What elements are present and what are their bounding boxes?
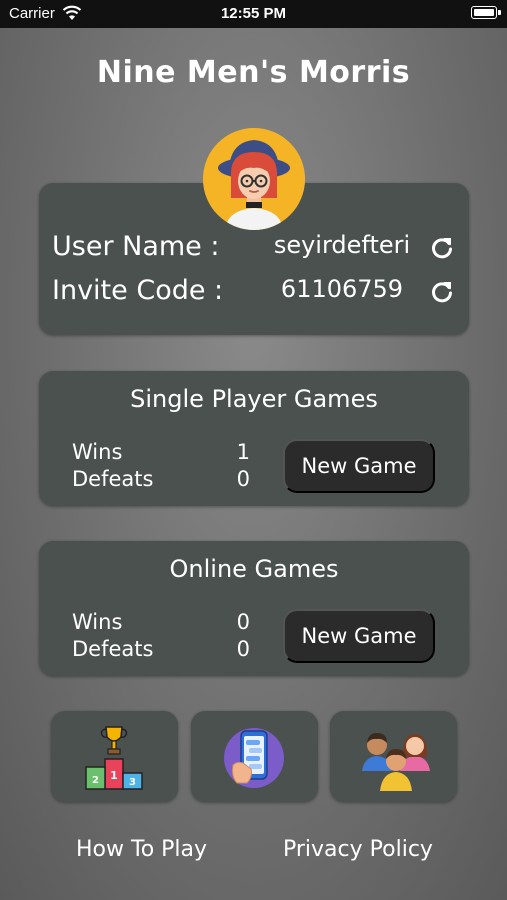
online-wins-stat: Wins 0 (72, 610, 250, 636)
single-wins-stat: Wins 1 (72, 440, 250, 466)
invite-label: Invite Code : (52, 275, 224, 306)
invite-row: Invite Code : 61106759 (52, 275, 455, 309)
single-wins-label: Wins (72, 440, 123, 464)
friends-group-icon (362, 733, 430, 791)
phone-chat-icon (224, 728, 284, 788)
username-label: User Name : (52, 231, 220, 262)
svg-text:1: 1 (110, 769, 118, 782)
podium-trophy-icon: 1 2 3 (85, 726, 143, 790)
svg-text:2: 2 (92, 775, 99, 786)
single-wins-value: 1 (236, 440, 250, 464)
refresh-invite-icon[interactable] (429, 279, 455, 305)
app-title: Nine Men's Morris (96, 55, 411, 90)
online-wins-label: Wins (72, 610, 123, 634)
single-defeats-value: 0 (236, 467, 250, 491)
online-title: Online Games (169, 555, 339, 583)
friends-button[interactable] (330, 711, 457, 802)
online-new-game-button[interactable]: New Game (283, 609, 435, 663)
single-new-game-button[interactable]: New Game (283, 439, 435, 493)
privacy-policy-link[interactable]: Privacy Policy (283, 837, 433, 862)
online-wins-value: 0 (236, 610, 250, 634)
leaderboard-button[interactable]: 1 2 3 (51, 711, 178, 802)
single-player-title: Single Player Games (130, 385, 378, 413)
chat-button[interactable] (191, 711, 318, 802)
svg-text:3: 3 (129, 777, 136, 788)
username-value: seyirdefteri (273, 231, 411, 259)
single-defeats-stat: Defeats 0 (72, 467, 250, 493)
avatar-girl-icon (203, 128, 305, 230)
single-defeats-label: Defeats (72, 467, 154, 491)
refresh-username-icon[interactable] (429, 235, 455, 261)
username-row: User Name : seyirdefteri (52, 231, 455, 265)
status-bar: Carrier 12:55 PM (0, 0, 507, 28)
online-defeats-label: Defeats (72, 637, 154, 661)
avatar[interactable] (203, 128, 305, 230)
online-defeats-stat: Defeats 0 (72, 637, 250, 663)
clock: 12:55 PM (220, 5, 287, 22)
how-to-play-link[interactable]: How To Play (76, 837, 207, 862)
invite-value: 61106759 (280, 275, 404, 303)
battery-icon (471, 6, 501, 19)
online-defeats-value: 0 (236, 637, 250, 661)
single-player-card: Single Player Games Wins 1 Defeats 0 New… (39, 371, 469, 506)
online-card: Online Games Wins 0 Defeats 0 New Game (39, 541, 469, 676)
